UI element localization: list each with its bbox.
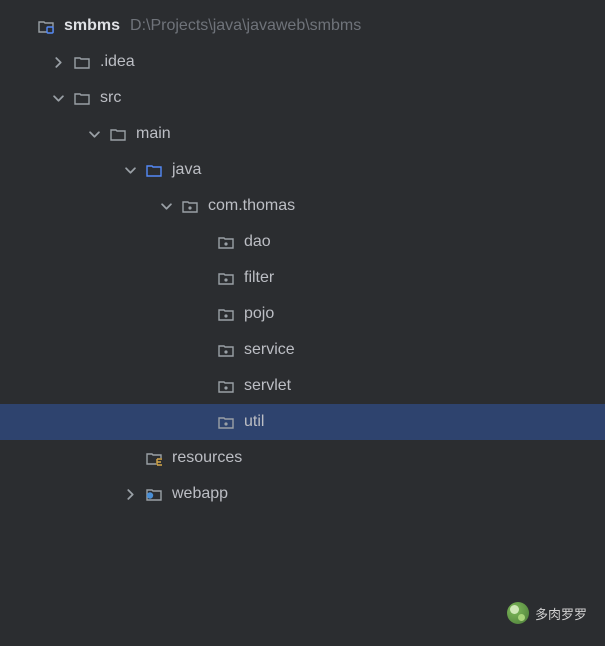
tree-item-label: src xyxy=(100,89,121,107)
tree-item-main[interactable]: main xyxy=(0,116,605,152)
tree-item-label: webapp xyxy=(172,485,228,503)
tree-item-filter[interactable]: filter xyxy=(0,260,605,296)
package-icon xyxy=(180,196,200,216)
tree-item--idea[interactable]: .idea xyxy=(0,44,605,80)
package-icon xyxy=(216,268,236,288)
tree-item-util[interactable]: util xyxy=(0,404,605,440)
tree-item-webapp[interactable]: webapp xyxy=(0,476,605,512)
tree-item-label: pojo xyxy=(244,305,274,323)
tree-item-label: dao xyxy=(244,233,271,251)
web-folder-icon xyxy=(144,484,164,504)
tree-item-src[interactable]: src xyxy=(0,80,605,116)
project-tree: smbms D:\Projects\java\javaweb\smbms .idea… xyxy=(0,0,605,512)
tree-item-smbms[interactable]: smbms D:\Projects\java\javaweb\smbms xyxy=(0,8,605,44)
tree-item-resources[interactable]: resources xyxy=(0,440,605,476)
tree-item-label: service xyxy=(244,341,295,359)
folder-icon xyxy=(72,52,92,72)
tree-item-dao[interactable]: dao xyxy=(0,224,605,260)
package-icon xyxy=(216,412,236,432)
tree-item-servlet[interactable]: servlet xyxy=(0,368,605,404)
tree-item-label: main xyxy=(136,125,171,143)
module-icon xyxy=(36,16,56,36)
chevron-down-icon[interactable] xyxy=(84,124,104,144)
chevron-down-icon[interactable] xyxy=(48,88,68,108)
chevron-right-icon[interactable] xyxy=(120,484,140,504)
tree-item-path: D:\Projects\java\javaweb\smbms xyxy=(130,17,361,35)
chevron-down-icon[interactable] xyxy=(156,196,176,216)
tree-item-java[interactable]: java xyxy=(0,152,605,188)
tree-item-label: filter xyxy=(244,269,274,287)
tree-item-label: util xyxy=(244,413,264,431)
tree-item-service[interactable]: service xyxy=(0,332,605,368)
tree-item-label: resources xyxy=(172,449,242,467)
tree-item-pojo[interactable]: pojo xyxy=(0,296,605,332)
resources-folder-icon xyxy=(144,448,164,468)
package-icon xyxy=(216,232,236,252)
folder-icon xyxy=(108,124,128,144)
tree-item-label: com.thomas xyxy=(208,197,295,215)
tree-item-label: smbms xyxy=(64,17,120,35)
watermark-icon xyxy=(507,602,529,624)
tree-item-label: servlet xyxy=(244,377,291,395)
package-icon xyxy=(216,304,236,324)
source-folder-icon xyxy=(144,160,164,180)
tree-item-com-thomas[interactable]: com.thomas xyxy=(0,188,605,224)
package-icon xyxy=(216,340,236,360)
tree-item-label: .idea xyxy=(100,53,135,71)
tree-item-label: java xyxy=(172,161,201,179)
watermark-text: 多肉罗罗 xyxy=(535,604,587,623)
chevron-right-icon[interactable] xyxy=(48,52,68,72)
watermark: 多肉罗罗 xyxy=(507,602,587,624)
folder-icon xyxy=(72,88,92,108)
chevron-down-icon[interactable] xyxy=(120,160,140,180)
package-icon xyxy=(216,376,236,396)
